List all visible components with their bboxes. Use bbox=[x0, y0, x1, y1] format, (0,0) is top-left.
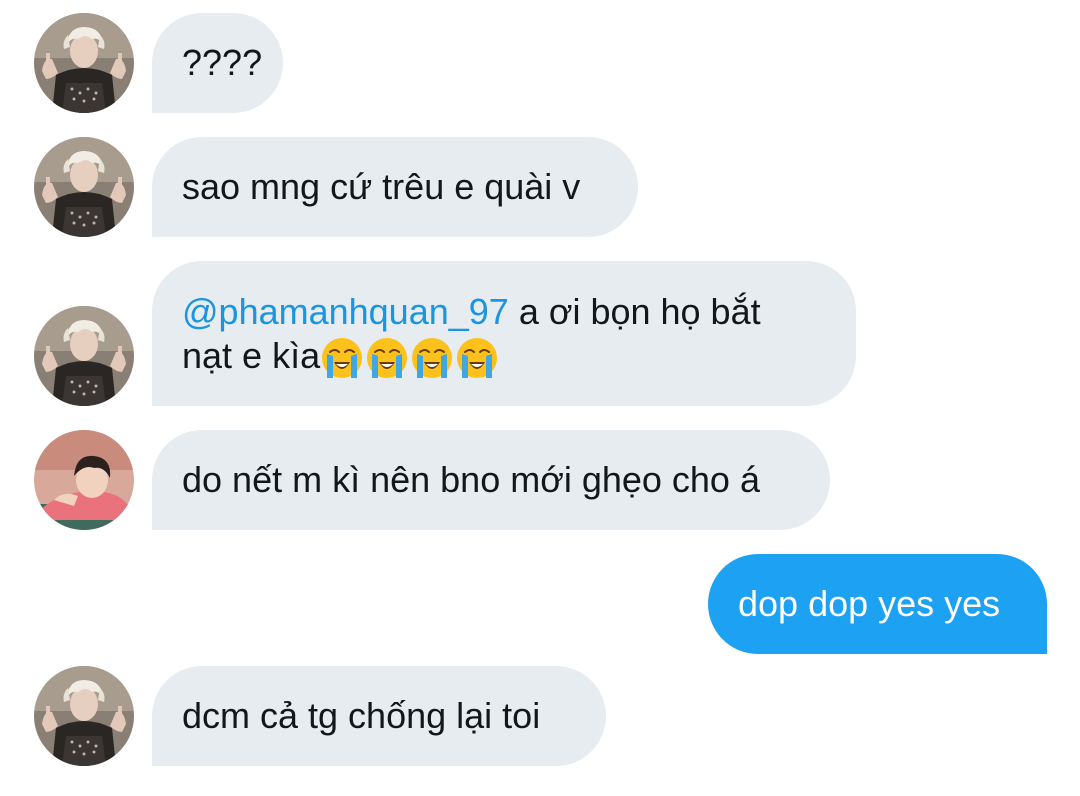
message-bubble-outgoing[interactable]: dop dop yes yes bbox=[708, 554, 1047, 654]
message-bubble[interactable]: do nết m kì nên bno mới ghẹo cho á bbox=[152, 430, 830, 530]
message-bubble[interactable]: @phamanhquan_97 a ơi bọn họ bắt nạt e kì… bbox=[152, 261, 856, 406]
message-line: @phamanhquan_97 a ơi bọn họ bắt bbox=[182, 290, 826, 334]
message-text: dop dop yes yes bbox=[738, 583, 1001, 624]
loudly-crying-face-icon bbox=[365, 336, 409, 380]
message-bubble[interactable]: ???? bbox=[152, 13, 283, 113]
message-text: sao mng cứ trêu e quài v bbox=[182, 166, 581, 207]
loudly-crying-face-icon bbox=[320, 336, 364, 380]
avatar[interactable] bbox=[34, 430, 134, 530]
mention-link[interactable]: @phamanhquan_97 bbox=[182, 291, 509, 332]
message-bubble[interactable]: sao mng cứ trêu e quài v bbox=[152, 137, 638, 237]
emoji-group bbox=[320, 336, 500, 380]
message-text: ???? bbox=[182, 42, 263, 83]
avatar[interactable] bbox=[34, 666, 134, 766]
message-text: nạt e kìa bbox=[182, 335, 321, 376]
message-line: nạt e kìa bbox=[182, 334, 826, 380]
message-text: dcm cả tg chống lại toi bbox=[182, 695, 541, 736]
loudly-crying-face-icon bbox=[455, 336, 499, 380]
loudly-crying-face-icon bbox=[410, 336, 454, 380]
message-bubble[interactable]: dcm cả tg chống lại toi bbox=[152, 666, 606, 766]
avatar[interactable] bbox=[34, 306, 134, 406]
message-text: a ơi bọn họ bắt bbox=[508, 291, 761, 332]
avatar[interactable] bbox=[34, 137, 134, 237]
avatar[interactable] bbox=[34, 13, 134, 113]
message-text: do nết m kì nên bno mới ghẹo cho á bbox=[182, 459, 760, 500]
